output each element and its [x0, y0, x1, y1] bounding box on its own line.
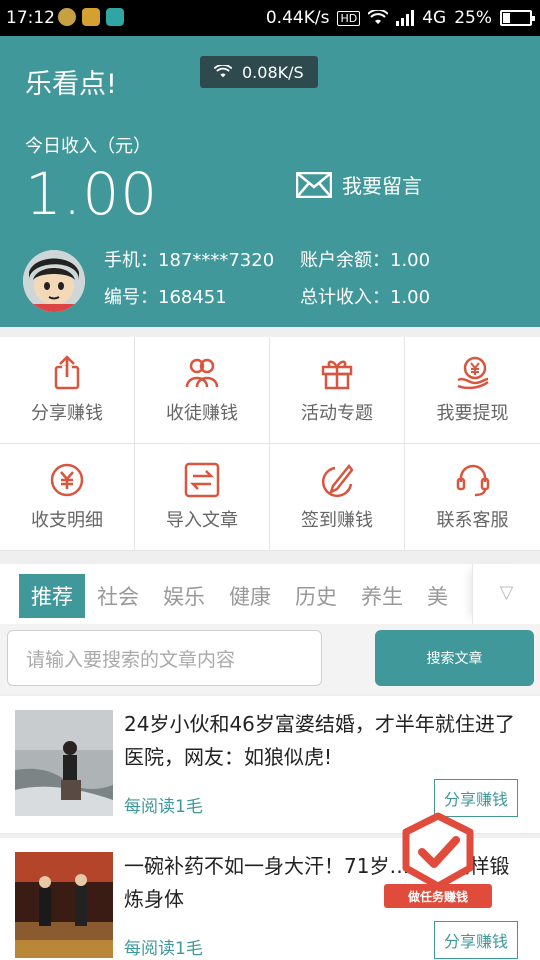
article-title[interactable]: 24岁小伙和46岁富婆结婚，才半年就住进了医院，网友：如狼似虎!	[124, 708, 524, 774]
status-bar: 17:12 0.44K/s HD 4G 25%	[0, 0, 540, 36]
user-id-info: 编号：168451	[104, 287, 227, 308]
account-header: 乐看点! 0.08K/S 今日收入（元） 1.00 我要留言 手机：187***…	[0, 36, 540, 327]
withdraw-icon	[457, 356, 489, 390]
task-badge[interactable]: 做任务赚钱	[384, 812, 492, 912]
category-tab[interactable]: 养生	[349, 574, 415, 618]
share-icon	[54, 355, 80, 390]
menu-item-label: 导入文章	[166, 510, 238, 531]
menu-item-withdraw[interactable]: 我要提现	[405, 337, 540, 444]
yuan-circle-icon	[50, 463, 84, 497]
menu-item-events[interactable]: 活动专题	[270, 337, 405, 444]
category-tab[interactable]: 推荐	[19, 574, 85, 618]
menu-item-import[interactable]: 导入文章	[135, 444, 270, 551]
menu-item-share[interactable]: 分享赚钱	[0, 337, 135, 444]
avatar[interactable]	[23, 250, 85, 312]
headset-icon	[456, 464, 489, 497]
speed-value: 0.08K/S	[242, 62, 304, 82]
balance-info: 账户余额：1.00	[300, 250, 431, 271]
users-icon	[185, 358, 219, 388]
wifi-icon	[214, 65, 232, 78]
leave-message-label: 我要留言	[342, 174, 422, 198]
signal-icon	[396, 10, 415, 26]
status-time: 17:12	[6, 8, 55, 28]
leave-message-button[interactable]: 我要留言	[296, 170, 422, 199]
category-tabs: 推荐 社会 娱乐 健康 历史 养生美 ▽	[0, 564, 540, 624]
battery-percent: 25%	[454, 8, 492, 28]
menu-item-label: 收支明细	[31, 510, 103, 531]
phone-info: 手机：187****7320	[104, 250, 275, 271]
category-tab[interactable]: 社会	[85, 574, 151, 618]
menu-item-recruit[interactable]: 收徒赚钱	[135, 337, 270, 444]
app-title: 乐看点!	[25, 69, 117, 100]
menu-item-statement[interactable]: 收支明细	[0, 444, 135, 551]
app-notification-icon	[82, 8, 100, 26]
status-right: 0.44K/s HD 4G 25%	[265, 8, 535, 28]
triangle-down-icon: ▽	[499, 582, 514, 603]
today-income-value: 1.00	[25, 160, 159, 228]
article-reward: 每阅读1毛	[124, 797, 203, 817]
hd-badge: HD	[337, 10, 361, 26]
menu-item-checkin[interactable]: 签到赚钱	[270, 444, 405, 551]
feature-menu-grid: 分享赚钱 收徒赚钱 活动专题 我要提现 收支明细 导入文章 签到赚钱 联系客服	[0, 337, 540, 551]
network-type: 4G	[422, 8, 447, 28]
today-income-label: 今日收入（元）	[25, 136, 151, 157]
more-categories-button[interactable]: ▽	[472, 564, 540, 624]
category-tab[interactable]: 健康	[217, 574, 283, 618]
network-speed: 0.44K/s	[265, 8, 330, 28]
article-thumbnail	[15, 852, 113, 958]
search-button[interactable]: 搜索文章	[375, 630, 534, 686]
article-reward: 每阅读1毛	[124, 939, 203, 959]
category-tab[interactable]: 娱乐	[151, 574, 217, 618]
import-icon	[184, 462, 220, 498]
scan-notification-icon	[106, 8, 124, 26]
search-bar: 请输入要搜索的文章内容 搜索文章	[0, 624, 540, 694]
menu-item-label: 活动专题	[301, 403, 373, 424]
mail-icon	[296, 171, 332, 198]
task-badge-label: 做任务赚钱	[384, 884, 492, 908]
checkin-icon	[321, 463, 354, 498]
wifi-icon	[368, 10, 389, 24]
menu-item-label: 联系客服	[436, 510, 509, 531]
speed-indicator: 0.08K/S	[200, 56, 318, 88]
menu-item-label: 签到赚钱	[301, 510, 373, 531]
app-notification-icon	[58, 8, 76, 26]
category-tab[interactable]: 美	[415, 574, 460, 618]
search-input[interactable]: 请输入要搜索的文章内容	[7, 630, 322, 686]
menu-item-support[interactable]: 联系客服	[405, 444, 540, 551]
share-earn-button[interactable]: 分享赚钱	[434, 921, 518, 959]
menu-item-label: 分享赚钱	[31, 403, 103, 424]
battery-icon	[500, 10, 535, 26]
checkmark-shield-icon	[402, 812, 474, 890]
menu-item-label: 我要提现	[436, 403, 509, 424]
gift-icon	[321, 360, 353, 390]
category-tab[interactable]: 历史	[283, 574, 349, 618]
total-income-info: 总计收入：1.00	[300, 287, 431, 308]
menu-item-label: 收徒赚钱	[166, 403, 238, 424]
tab-list: 推荐 社会 娱乐 健康 历史 养生美	[19, 574, 460, 618]
article-thumbnail	[15, 710, 113, 816]
